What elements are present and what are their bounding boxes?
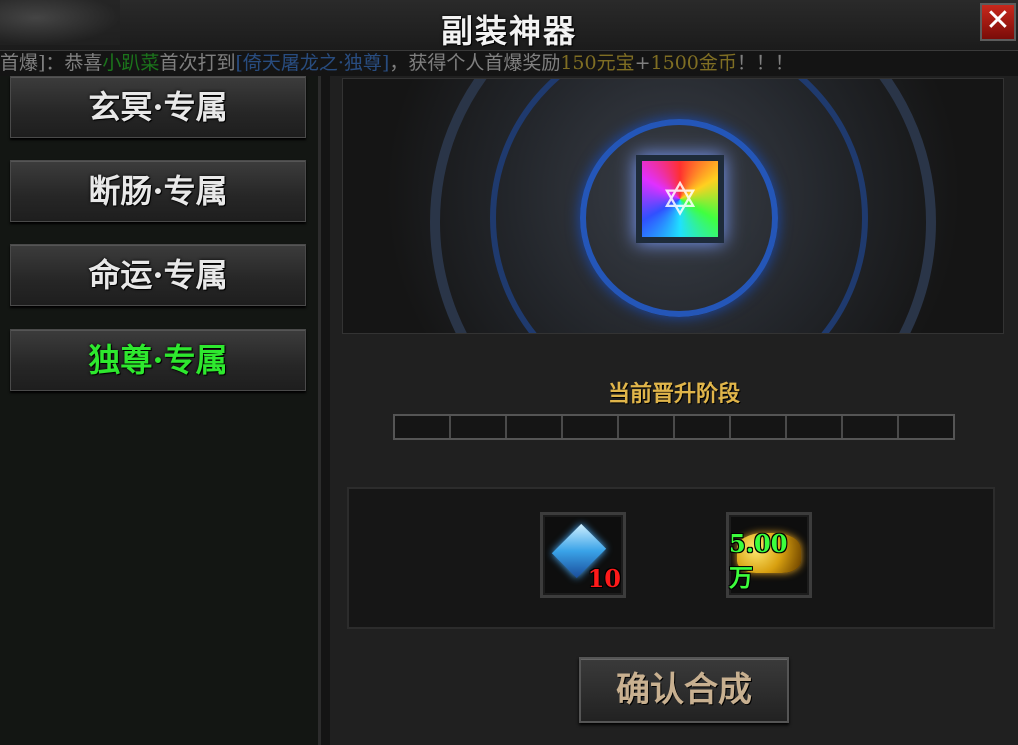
- stage-segment: [563, 416, 619, 438]
- announcement-suffix: ！！！: [736, 52, 794, 74]
- announcement-player: 小趴菜: [102, 52, 160, 74]
- announcement-marquee: 首爆]：恭喜小趴菜首次打到[倚天屠龙之·独尊]，获得个人首爆奖励150元宝+15…: [0, 50, 1018, 76]
- stage-segment: [843, 416, 899, 438]
- announcement-middle: 首次打到: [159, 52, 236, 74]
- stage-segment: [507, 416, 563, 438]
- material-slot-crystal[interactable]: 10: [540, 512, 626, 598]
- stage-segment: [395, 416, 451, 438]
- material-slot-gold[interactable]: 5.00万: [726, 512, 812, 598]
- stage-segment: [675, 416, 731, 438]
- stage-label: 当前晋升阶段: [607, 381, 740, 407]
- material-quantity: 5.00万: [729, 529, 788, 592]
- announcement-reward2: 1500金币: [650, 52, 737, 74]
- sidebar-item-duanchang[interactable]: 断肠·专属: [10, 160, 306, 222]
- stage-progress-bar: [393, 414, 955, 440]
- announcement-reward1: 150元宝: [560, 52, 635, 74]
- star-emblem-icon: ✡: [660, 172, 700, 226]
- stage-segment: [899, 416, 953, 438]
- stage-segment: [731, 416, 787, 438]
- main-panel: ✡ 当前晋升阶段 10 5.00万 确认合成: [330, 76, 1018, 745]
- stage-segment: [619, 416, 675, 438]
- announcement-sep: +: [634, 52, 651, 74]
- confirm-synthesis-button[interactable]: 确认合成: [579, 657, 789, 723]
- sidebar: 玄冥·专属 断肠·专属 命运·专属 独尊·专属: [0, 76, 321, 745]
- title-bar: 副装神器 ✕: [0, 0, 1018, 51]
- materials-panel: 10 5.00万: [347, 487, 995, 629]
- material-quantity: 10: [587, 564, 621, 593]
- sidebar-item-xuanming[interactable]: 玄冥·专属: [10, 76, 306, 138]
- window-title: 副装神器: [440, 12, 577, 50]
- announcement-prefix: 首爆]：恭喜: [0, 52, 103, 74]
- close-icon: ✕: [985, 3, 1011, 38]
- sidebar-item-duzun[interactable]: 独尊·专属: [10, 329, 306, 391]
- artifact-display: ✡: [342, 78, 1004, 334]
- announcement-reward-text: ，获得个人首爆奖励: [389, 52, 561, 74]
- sidebar-item-mingyun[interactable]: 命运·专属: [10, 244, 306, 306]
- close-button[interactable]: ✕: [980, 3, 1016, 41]
- stage-segment: [787, 416, 843, 438]
- announcement-item: [倚天屠龙之·独尊]: [235, 52, 390, 74]
- artifact-gem-icon: ✡: [636, 155, 724, 243]
- stage-segment: [451, 416, 507, 438]
